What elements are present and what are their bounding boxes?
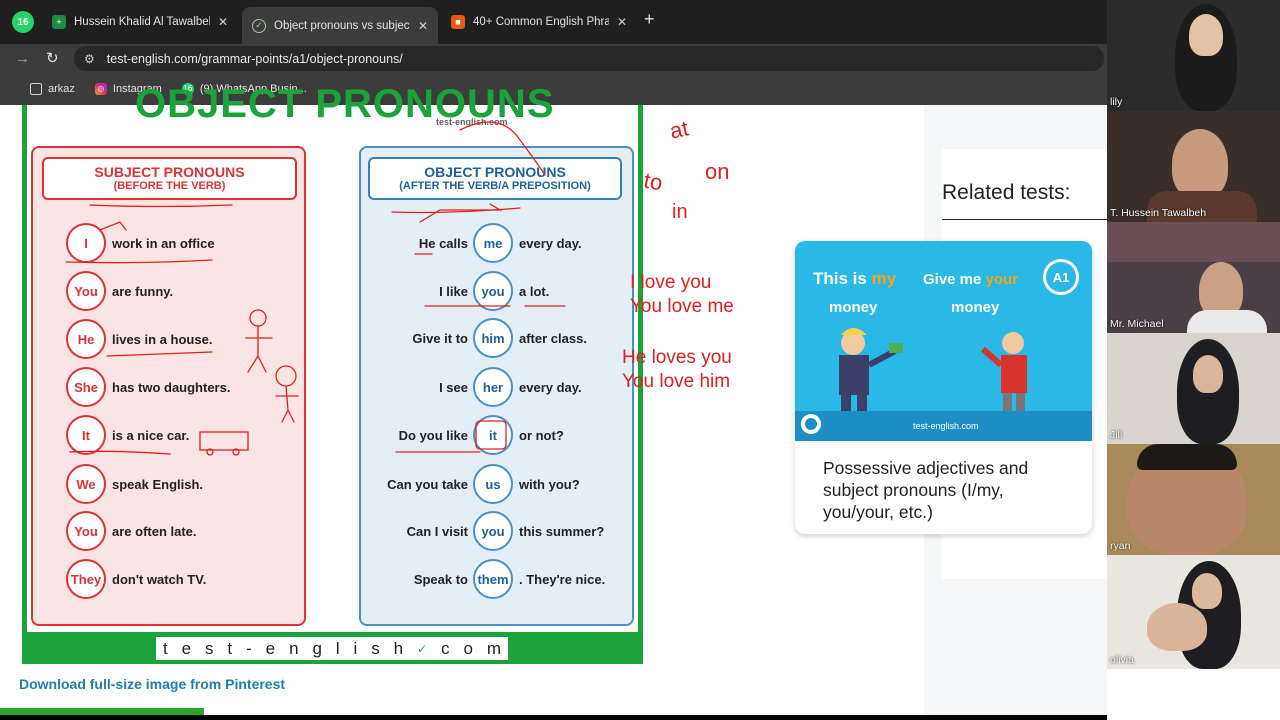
participant-tile[interactable]: T. Hussein Tawalbeh (1107, 111, 1280, 222)
participant-tile[interactable]: Mr. Michael (1107, 222, 1280, 333)
participant-name: lily (1110, 96, 1123, 108)
participant-name: T. Hussein Tawalbeh (1110, 207, 1207, 219)
related-test-card[interactable]: This is my money Give me your money A1 t… (795, 241, 1092, 534)
thumb-caption-right2: money (951, 299, 1000, 316)
car-drawing (199, 431, 249, 451)
bottom-edge (0, 715, 1107, 720)
underline-stroke (69, 450, 171, 455)
participant-name: olivia (1110, 654, 1134, 666)
logo-icon (801, 414, 821, 434)
underline-stroke (106, 351, 213, 357)
thumb-caption-left: This is my (813, 269, 897, 288)
stick-figure-head (275, 365, 297, 387)
highlight-box (475, 420, 507, 450)
handwriting-line: You love me (630, 296, 734, 317)
handwriting-line: He loves you (622, 347, 732, 368)
handwriting-line: I love you (630, 272, 712, 293)
handwriting-on: on (705, 159, 730, 184)
participant-face (1172, 129, 1228, 199)
level-badge: A1 (1043, 259, 1079, 295)
participant-shirt (1187, 310, 1267, 333)
screen: 16 + Hussein Khalid Al Tawalbeh - G ✕ ✓ … (0, 0, 1280, 720)
underline-stroke (89, 204, 233, 208)
stick-figure-body (275, 385, 299, 423)
participant-name: Jill (1110, 429, 1123, 441)
handwriting-line: You love him (622, 371, 731, 392)
handwriting-in: in (672, 201, 688, 223)
stick-figure-body (245, 325, 273, 373)
participant-name: Mr. Michael (1110, 318, 1164, 330)
stick-figure-head (249, 309, 267, 327)
arrow-stroke (459, 121, 546, 176)
underline-stroke (65, 259, 213, 264)
participant-face (1192, 573, 1222, 609)
participant-tile[interactable]: ryan (1107, 444, 1280, 555)
participant-face (1193, 355, 1223, 393)
thumb-caption-right: Give me your (923, 271, 1019, 288)
participant-video (1107, 222, 1280, 262)
scroll-progress-bar (0, 708, 204, 715)
participant-hand (1147, 603, 1207, 651)
participant-tile[interactable]: olivia (1107, 555, 1280, 669)
arrow-stroke (99, 221, 127, 231)
participant-hair (1137, 444, 1237, 470)
test-thumbnail: This is my money Give me your money A1 t… (795, 241, 1092, 441)
thumb-caption-left2: money (829, 299, 878, 316)
thumb-site: test-english.com (913, 421, 979, 431)
strip-footer (1107, 669, 1280, 720)
download-link[interactable]: Download full-size image from Pinterest (19, 676, 285, 692)
participant-tile[interactable]: lily (1107, 0, 1280, 111)
test-card-title[interactable]: Possessive adjectives and subject pronou… (823, 457, 1063, 523)
cartoon-illustration (839, 328, 1027, 415)
participant-name: ryan (1110, 540, 1131, 552)
participant-tile[interactable]: Jill (1107, 333, 1280, 444)
participant-face (1189, 14, 1223, 56)
